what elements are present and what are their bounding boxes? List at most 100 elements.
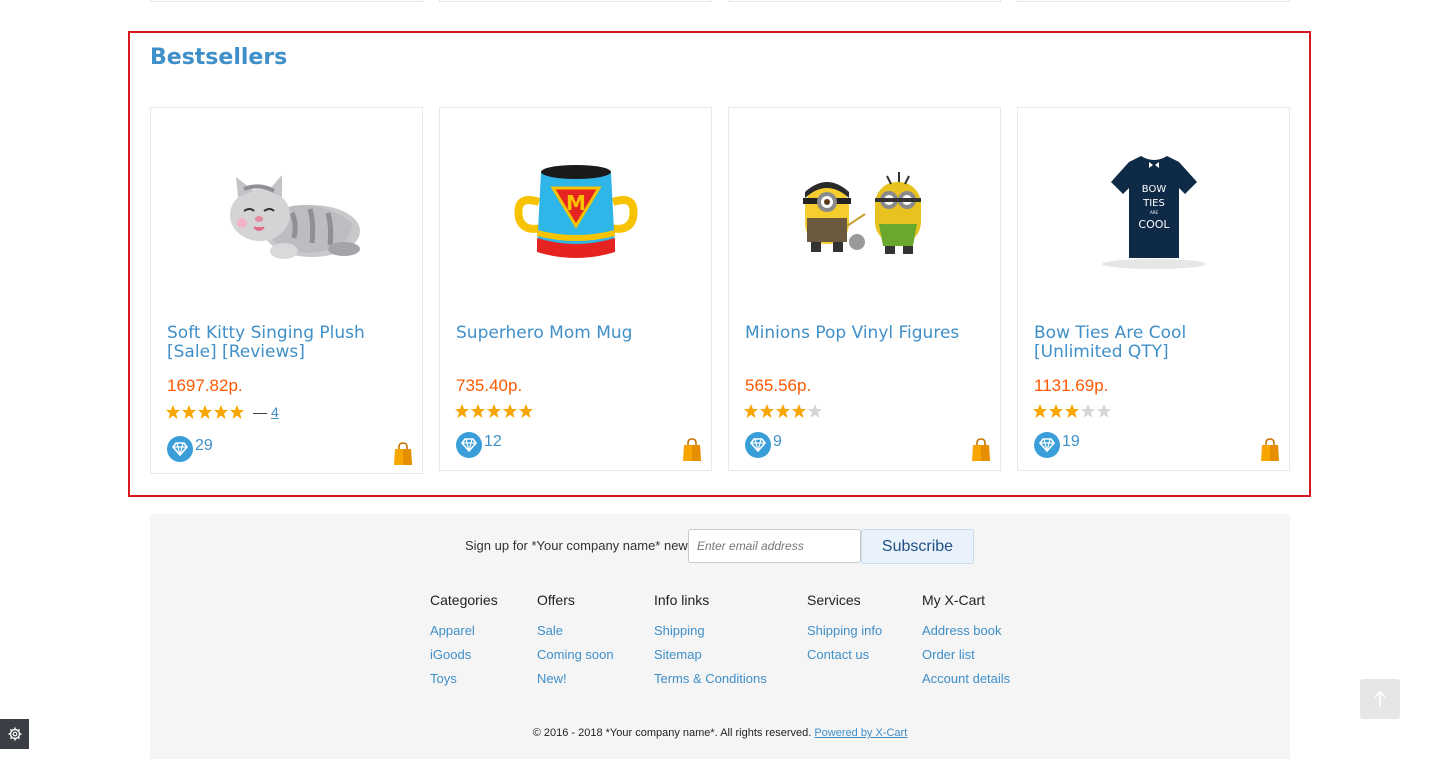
star-icon <box>776 404 790 418</box>
star-icon <box>503 404 517 418</box>
footer-link[interactable]: Shipping <box>654 623 767 639</box>
diamond-icon <box>745 432 771 458</box>
shopping-bag-icon[interactable] <box>393 442 413 466</box>
email-input[interactable] <box>688 529 861 563</box>
reviews-count-link[interactable]: 4 <box>271 404 279 420</box>
footer-link[interactable]: Coming soon <box>537 647 614 663</box>
plush-kitty-image[interactable] <box>151 108 422 318</box>
diamond-icon <box>167 436 193 462</box>
star-icon <box>471 404 485 418</box>
footer-link[interactable]: Address book <box>922 623 1010 639</box>
footer-link[interactable]: Account details <box>922 671 1010 687</box>
star-icon <box>166 405 180 419</box>
reward-points: 19 <box>1034 432 1080 458</box>
gear-icon <box>8 727 21 741</box>
rating-stars[interactable] <box>1032 403 1112 419</box>
footer-column-offers: Offers Sale Coming soon New! <box>537 592 614 695</box>
product-price: 1131.69р. <box>1034 376 1109 395</box>
star-icon <box>760 404 774 418</box>
footer-column-categories: Categories Apparel iGoods Toys <box>430 592 498 695</box>
footer-link[interactable]: Toys <box>430 671 498 687</box>
footer-link[interactable]: Terms & Conditions <box>654 671 767 687</box>
star-icon <box>1033 404 1047 418</box>
powered-by-link[interactable]: Powered by X-Cart <box>814 727 907 739</box>
bestsellers-section: Bestsellers Soft Kitty Singing Plush [Sa… <box>128 31 1311 497</box>
product-card[interactable]: M Superhero Mom Mug 735.40р. 12 <box>439 107 712 471</box>
diamond-icon <box>1034 432 1060 458</box>
product-name-link[interactable]: Minions Pop Vinyl Figures <box>745 324 990 343</box>
star-icon <box>1097 404 1111 418</box>
shopping-bag-icon[interactable] <box>682 438 702 462</box>
product-name-link[interactable]: Soft Kitty Singing Plush [Sale] [Reviews… <box>167 324 412 362</box>
copyright-text: © 2016 - 2018 *Your company name*. All r… <box>532 727 812 739</box>
footer-link[interactable]: iGoods <box>430 647 498 663</box>
star-icon <box>519 404 533 418</box>
reviews-dash: — <box>253 404 267 420</box>
reward-points: 12 <box>456 432 502 458</box>
tshirt-image[interactable]: BOW TIES ARE COOL <box>1018 108 1289 318</box>
product-card[interactable]: Minions Pop Vinyl Figures 565.56р. 9 <box>728 107 1001 471</box>
shopping-bag-icon[interactable] <box>1260 438 1280 462</box>
footer-link[interactable]: Order list <box>922 647 1010 663</box>
footer-link[interactable]: Contact us <box>807 647 882 663</box>
star-icon <box>455 404 469 418</box>
subscribe-button[interactable]: Subscribe <box>861 529 974 564</box>
star-icon <box>792 404 806 418</box>
reward-points-value: 9 <box>773 433 782 450</box>
footer-link[interactable]: Apparel <box>430 623 498 639</box>
product-price: 565.56р. <box>745 376 812 395</box>
settings-button[interactable] <box>0 719 29 749</box>
footer-column-title: Offers <box>537 592 575 608</box>
star-icon <box>198 405 212 419</box>
star-icon <box>1049 404 1063 418</box>
copyright: © 2016 - 2018 *Your company name*. All r… <box>150 727 1290 739</box>
prev-card-edge <box>439 0 712 2</box>
product-price: 735.40р. <box>456 376 523 395</box>
star-icon <box>1081 404 1095 418</box>
footer-link[interactable]: Sale <box>537 623 614 639</box>
prev-card-edge <box>1017 0 1290 2</box>
star-icon <box>182 405 196 419</box>
star-icon <box>214 405 228 419</box>
back-to-top-button[interactable] <box>1360 679 1400 719</box>
diamond-icon <box>456 432 482 458</box>
footer-link[interactable]: New! <box>537 671 614 687</box>
prev-card-edge <box>150 0 423 2</box>
product-card[interactable]: Soft Kitty Singing Plush [Sale] [Reviews… <box>150 107 423 474</box>
arrow-up-icon <box>1374 690 1386 707</box>
product-name-link[interactable]: Bow Ties Are Cool [Unlimited QTY] <box>1034 324 1279 362</box>
product-card[interactable]: BOW TIES ARE COOL Bow Ties Are Cool [Unl… <box>1017 107 1290 471</box>
svg-text:M: M <box>566 191 586 215</box>
prev-card-edge <box>728 0 1001 2</box>
tshirt-text-4: COOL <box>1138 218 1170 231</box>
newsletter-label: Sign up for *Your company name* news <box>465 538 695 553</box>
star-icon <box>487 404 501 418</box>
rating-stars[interactable] <box>743 403 823 419</box>
reward-points-value: 12 <box>484 433 502 450</box>
footer-column-title: Info links <box>654 592 710 608</box>
shopping-bag-icon[interactable] <box>971 438 991 462</box>
footer: Sign up for *Your company name* news Sub… <box>150 514 1290 759</box>
reward-points: 9 <box>745 432 782 458</box>
footer-column-title: Categories <box>430 592 498 608</box>
mug-image[interactable]: M <box>440 108 711 318</box>
reward-points: 29 <box>167 436 213 462</box>
footer-column-my-xcart: My X-Cart Address book Order list Accoun… <box>922 592 1010 695</box>
tshirt-text-2: TIES <box>1142 198 1165 209</box>
footer-column-title: My X-Cart <box>922 592 985 608</box>
product-name-link[interactable]: Superhero Mom Mug <box>456 324 701 343</box>
footer-link[interactable]: Sitemap <box>654 647 767 663</box>
tshirt-text-1: BOW <box>1141 184 1166 195</box>
minions-image[interactable] <box>729 108 1000 318</box>
rating-stars[interactable] <box>454 403 534 419</box>
reward-points-value: 29 <box>195 437 213 454</box>
footer-link[interactable]: Shipping info <box>807 623 882 639</box>
rating-stars[interactable]: —4 <box>165 404 279 420</box>
footer-column-services: Services Shipping info Contact us <box>807 592 882 671</box>
star-icon <box>1065 404 1079 418</box>
footer-column-title: Services <box>807 592 861 608</box>
product-price: 1697.82р. <box>167 376 243 395</box>
reviews-summary: —4 <box>253 404 279 420</box>
tshirt-text-3: ARE <box>1149 210 1158 215</box>
reward-points-value: 19 <box>1062 433 1080 450</box>
